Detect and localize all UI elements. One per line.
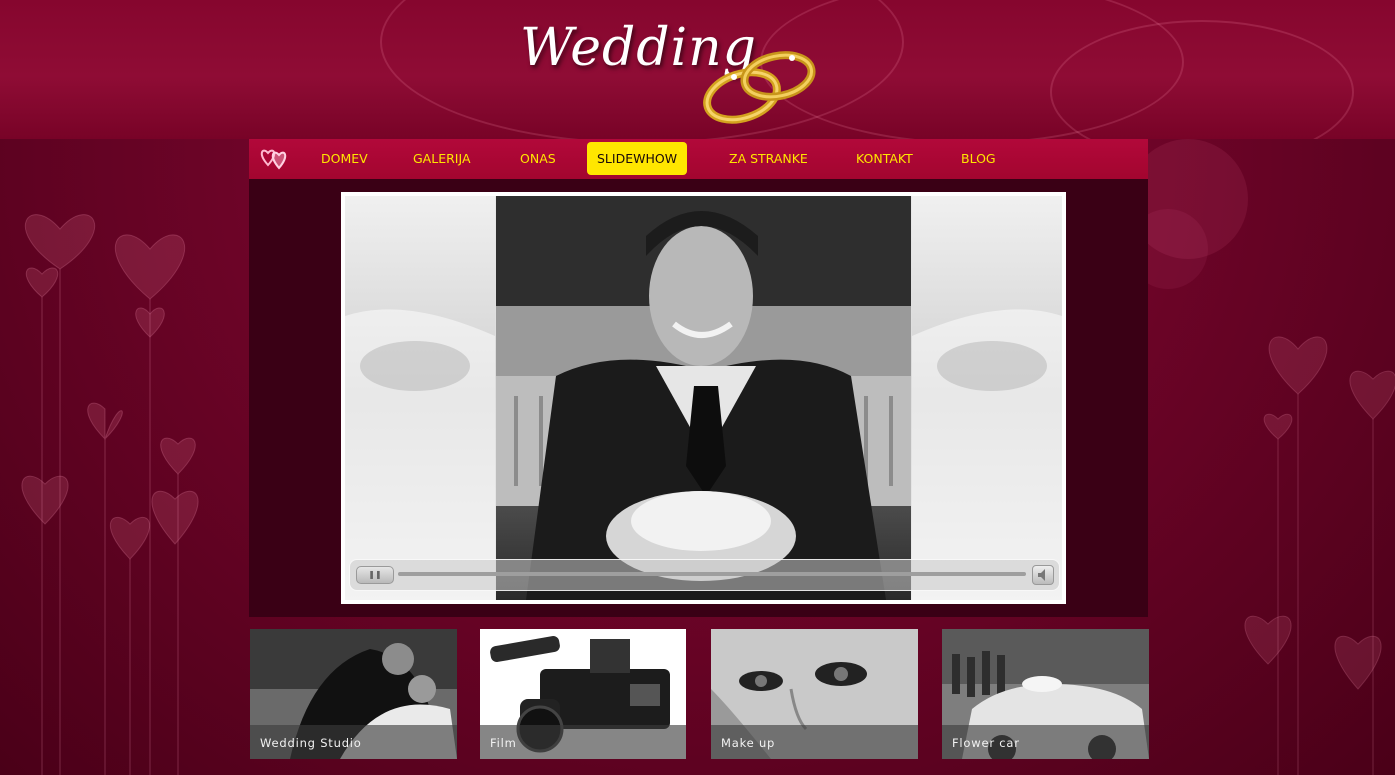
nav-item-galerija[interactable]: GALERIJA: [413, 142, 471, 175]
hearts-icon[interactable]: [257, 147, 291, 171]
nav-item-onas[interactable]: ONAS: [520, 142, 556, 175]
thumbnail-caption-bar: Flower car: [942, 725, 1149, 759]
thumbnail-wedding-studio[interactable]: Wedding Studio: [250, 629, 457, 759]
site-header: Wedding: [0, 0, 1395, 139]
thumbnail-caption: Wedding Studio: [260, 736, 362, 750]
right-hearts-decoration: [1148, 139, 1395, 775]
left-hearts-decoration: [0, 139, 250, 775]
thumbnail-caption-bar: Film: [480, 725, 686, 759]
thumbnail-make-up[interactable]: Make up: [711, 629, 918, 759]
thumbnail-caption: Flower car: [952, 736, 1020, 750]
thumbnail-caption-bar: Make up: [711, 725, 918, 759]
thumbnail-flower-car[interactable]: Flower car: [942, 629, 1149, 759]
slide-background-right: [912, 196, 1062, 600]
thumbnail-caption: Film: [490, 736, 517, 750]
thumbnail-caption: Make up: [721, 736, 776, 750]
thumbnail-caption-bar: Wedding Studio: [250, 725, 457, 759]
nav-item-domev[interactable]: DOMEV: [321, 142, 368, 175]
slideshow-controls: ❚❚: [349, 559, 1060, 591]
nav-item-blog[interactable]: BLOG: [961, 142, 996, 175]
slideshow-progress-bar[interactable]: [398, 572, 1026, 576]
play-pause-icon[interactable]: ❚❚: [356, 566, 394, 584]
nav-item-kontakt[interactable]: KONTAKT: [856, 142, 913, 175]
nav-item-za-stranke[interactable]: ZA STRANKE: [729, 142, 808, 175]
slide-background-left: [345, 196, 495, 600]
wedding-rings-icon: [703, 51, 816, 124]
thumbnail-film[interactable]: Film: [480, 629, 686, 759]
nav-item-slideshow[interactable]: SLIDEWHOW: [587, 142, 688, 175]
slideshow-image[interactable]: ❚❚: [345, 196, 1062, 600]
site-logo[interactable]: Wedding: [520, 18, 820, 128]
main-navigation: DOMEV GALERIJA ONAS SLIDEWHOW ZA STRANKE…: [249, 139, 1148, 179]
groom-photo: [496, 196, 911, 600]
volume-icon[interactable]: [1032, 565, 1054, 585]
